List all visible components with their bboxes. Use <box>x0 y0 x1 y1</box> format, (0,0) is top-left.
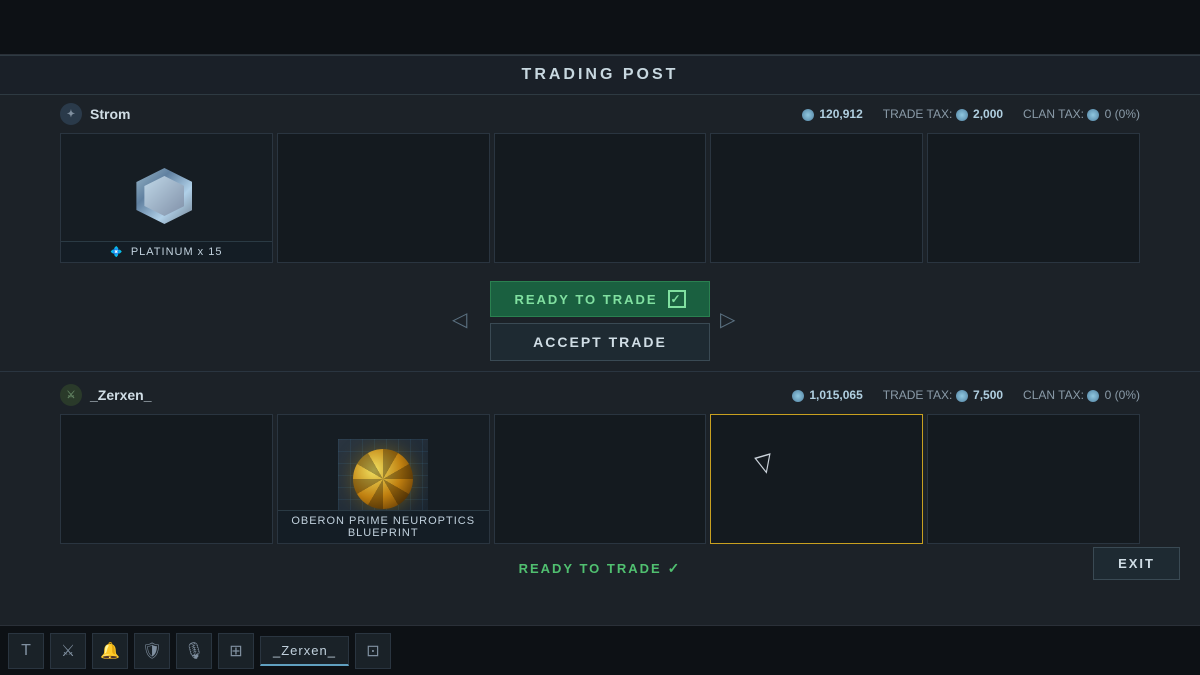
trader2-header: ⚔ _Zerxen_ 1,015,065 TRADE TAX: 7,500 CL… <box>60 384 1140 406</box>
nav-username: _Zerxen_ <box>260 636 349 666</box>
trader1-name-row: ✦ Strom <box>60 103 130 125</box>
item-slot-t1-5[interactable] <box>927 133 1140 263</box>
platinum-visual <box>136 168 196 228</box>
alert-icon: 🔔 <box>100 641 120 661</box>
cursor-arrow-icon: ▷ <box>752 443 772 476</box>
nav-chat[interactable]: T <box>8 633 44 669</box>
clan-tax-label1: CLAN TAX: <box>1023 107 1084 121</box>
trading-area: TRADING POST ✦ Strom 120,912 TRADE TAX: … <box>0 55 1200 635</box>
item-slot-t2-5[interactable] <box>927 414 1140 544</box>
trader1-icon: ✦ <box>60 103 82 125</box>
nav-alert[interactable]: 🔔 <box>92 633 128 669</box>
platinum-item-label: PLATINUM x 15 <box>131 246 223 258</box>
plat-icon-clan1 <box>1087 109 1099 121</box>
item-label-oberon: OBERON PRIME NEUROPTICS BLUEPRINT <box>278 510 489 543</box>
trader1-item-grid: 💠 PLATINUM x 15 <box>60 133 1140 263</box>
trade-tax-label2: TRADE TAX: <box>883 388 953 402</box>
trade-tax-amount2: 7,500 <box>973 388 1003 402</box>
plat-small-icon: 💠 <box>110 247 123 258</box>
trader2-balance: 1,015,065 <box>809 388 862 402</box>
item-slot-oberon[interactable]: OBERON PRIME NEUROPTICS BLUEPRINT <box>277 414 490 544</box>
item-slot-t1-3[interactable] <box>494 133 707 263</box>
exit-label: EXIT <box>1118 556 1155 571</box>
ready-to-trade-button[interactable]: READY TO TRADE ✓ <box>490 281 710 317</box>
trade-tax-label1: TRADE TAX: <box>883 107 953 121</box>
bottom-ready-area: READY TO TRADE ✓ <box>0 552 1200 585</box>
ready-checkmark: ✓ <box>668 290 686 308</box>
trader1-section: ✦ Strom 120,912 TRADE TAX: 2,000 CLAN TA… <box>0 95 1200 271</box>
trader2-ready-label: READY TO TRADE <box>519 561 662 576</box>
nav-warframe[interactable]: ⚔ <box>50 633 86 669</box>
plat-icon-clan2 <box>1087 390 1099 402</box>
trader2-trade-tax: TRADE TAX: 7,500 <box>883 388 1003 402</box>
plat-icon-t2 <box>792 390 804 402</box>
arrow-right-icon: ▷ <box>720 307 748 335</box>
trade-tax-amount1: 2,000 <box>973 107 1003 121</box>
trader2-section: ⚔ _Zerxen_ 1,015,065 TRADE TAX: 7,500 CL… <box>0 376 1200 552</box>
trader1-trade-tax: TRADE TAX: 2,000 <box>883 107 1003 121</box>
clan-tax-label2: CLAN TAX: <box>1023 388 1084 402</box>
nav-profile[interactable]: ⊞ <box>218 633 254 669</box>
trader2-icon: ⚔ <box>60 384 82 406</box>
trader1-balance-display: 120,912 <box>802 107 863 121</box>
trader2-balance-display: 1,015,065 <box>792 388 863 402</box>
nav-settings[interactable]: ⊡ <box>355 633 391 669</box>
trader2-stats: 1,015,065 TRADE TAX: 7,500 CLAN TAX: 0 (… <box>792 388 1140 402</box>
chat-icon: T <box>21 642 31 660</box>
item-slot-t1-2[interactable] <box>277 133 490 263</box>
trader2-ready-check: ✓ <box>668 560 682 577</box>
exit-button[interactable]: EXIT <box>1093 547 1180 580</box>
profile-icon: ⊞ <box>229 641 242 661</box>
nav-shield[interactable]: 🛡 <box>134 633 170 669</box>
bottom-nav: T ⚔ 🔔 🛡 🎙 ⊞ _Zerxen_ ⊡ <box>0 625 1200 675</box>
item-slot-t2-selected[interactable]: ▷ <box>710 414 923 544</box>
item-label-platinum: 💠 PLATINUM x 15 <box>61 241 272 262</box>
oberon-bg <box>338 439 428 519</box>
accept-label: ACCEPT TRADE <box>533 334 667 350</box>
oberon-ball <box>353 449 413 509</box>
accept-trade-button[interactable]: ACCEPT TRADE <box>490 323 710 361</box>
oberon-item-label: OBERON PRIME NEUROPTICS BLUEPRINT <box>291 515 475 539</box>
clan-tax-amount1: 0 (0%) <box>1105 107 1140 121</box>
clan-tax-amount2: 0 (0%) <box>1105 388 1140 402</box>
item-slot-t2-1[interactable] <box>60 414 273 544</box>
trader1-clan-tax: CLAN TAX: 0 (0%) <box>1023 107 1140 121</box>
username-display: _Zerxen_ <box>273 643 336 658</box>
trader2-clan-tax: CLAN TAX: 0 (0%) <box>1023 388 1140 402</box>
shield-icon: 🛡 <box>142 641 162 661</box>
item-slot-t2-3[interactable] <box>494 414 707 544</box>
nav-mic[interactable]: 🎙 <box>176 633 212 669</box>
top-bar <box>0 0 1200 55</box>
trader1-balance: 120,912 <box>819 107 862 121</box>
trader2-name-row: ⚔ _Zerxen_ <box>60 384 151 406</box>
warframe-icon: ⚔ <box>61 641 75 661</box>
title-bar: TRADING POST <box>0 55 1200 95</box>
item-slot-platinum[interactable]: 💠 PLATINUM x 15 <box>60 133 273 263</box>
trader2-name: _Zerxen_ <box>90 387 151 403</box>
oberon-visual <box>338 439 428 519</box>
item-slot-t1-4[interactable] <box>710 133 923 263</box>
plat-icon-tax2 <box>956 390 968 402</box>
settings-icon: ⊡ <box>366 641 379 661</box>
trader1-stats: 120,912 TRADE TAX: 2,000 CLAN TAX: 0 (0%… <box>802 107 1140 121</box>
plat-icon-t1 <box>802 109 814 121</box>
arrow-left-icon: ◁ <box>452 307 480 335</box>
trader1-name: Strom <box>90 106 130 122</box>
page-title: TRADING POST <box>522 66 679 83</box>
trader2-item-grid: OBERON PRIME NEUROPTICS BLUEPRINT ▷ <box>60 414 1140 544</box>
action-area: ◁ READY TO TRADE ✓ ACCEPT TRADE ▷ <box>0 271 1200 371</box>
plat-icon-tax1 <box>956 109 968 121</box>
section-divider <box>0 371 1200 372</box>
trader2-ready-status: READY TO TRADE ✓ <box>519 560 682 577</box>
platinum-shape <box>136 168 192 224</box>
mic-icon: 🎙 <box>184 641 204 661</box>
trader1-header: ✦ Strom 120,912 TRADE TAX: 2,000 CLAN TA… <box>60 103 1140 125</box>
ready-label: READY TO TRADE <box>514 292 657 307</box>
